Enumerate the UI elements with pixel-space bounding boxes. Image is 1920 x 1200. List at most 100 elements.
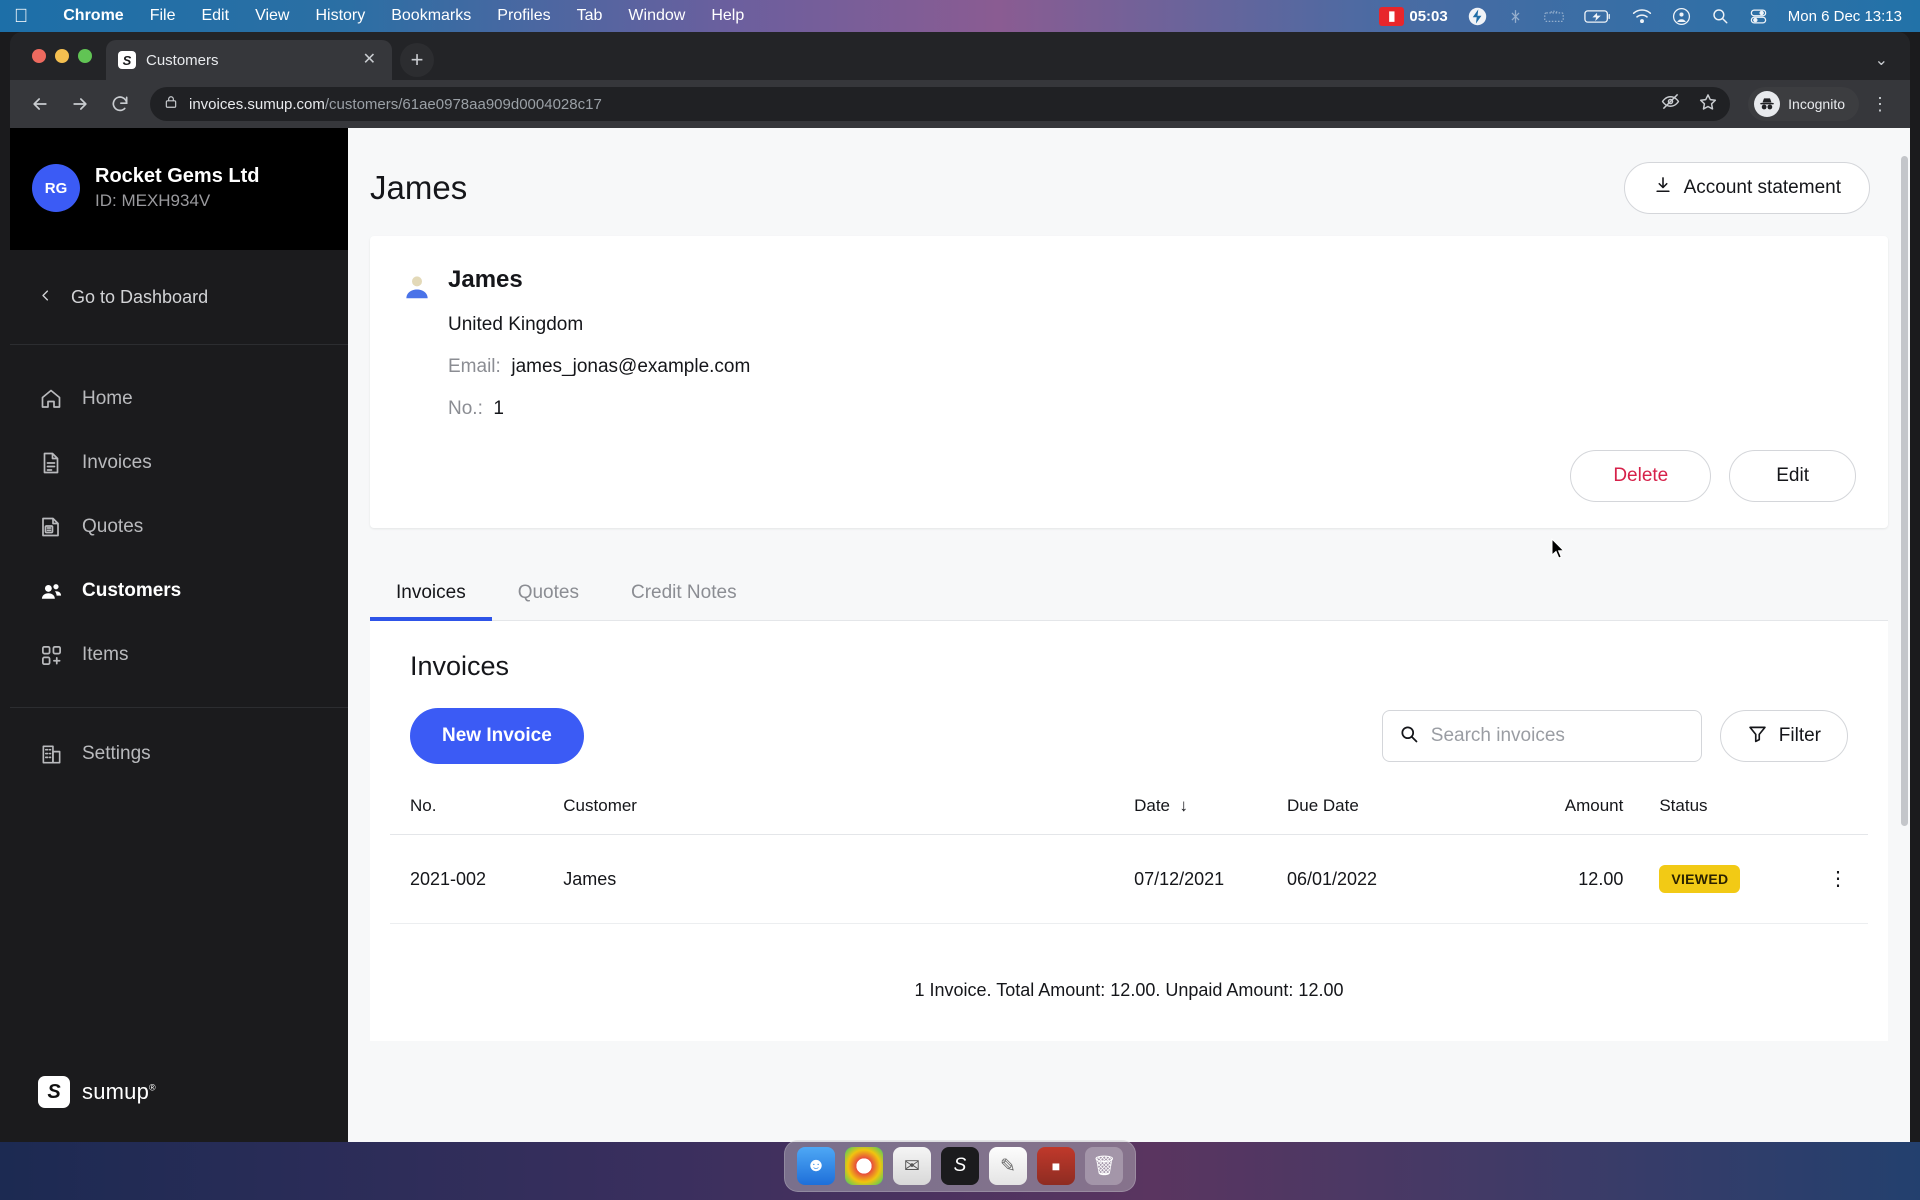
customer-number-label: No.: — [448, 398, 483, 419]
column-header-status[interactable]: Status — [1623, 796, 1807, 835]
trash-icon[interactable]: 🗑 — [1085, 1147, 1123, 1185]
tab-quotes[interactable]: Quotes — [492, 564, 605, 620]
sidebar-item-customers[interactable]: Customers — [10, 559, 348, 623]
scrollbar-thumb[interactable] — [1901, 156, 1908, 826]
cell-customer: James — [563, 834, 1135, 924]
search-invoices-box[interactable] — [1381, 710, 1702, 762]
column-header-no[interactable]: No. — [390, 796, 564, 835]
filter-button[interactable]: Filter — [1719, 710, 1848, 762]
wifi-icon[interactable] — [1632, 8, 1652, 24]
reload-icon[interactable] — [102, 86, 138, 122]
column-header-amount[interactable]: Amount — [1480, 796, 1624, 835]
customers-people-icon — [38, 578, 64, 604]
maximize-window-button[interactable] — [78, 49, 92, 63]
plus-icon[interactable]: + — [400, 43, 434, 77]
person-avatar-icon — [402, 272, 432, 302]
menu-item-profiles[interactable]: Profiles — [484, 7, 563, 25]
tab-invoices[interactable]: Invoices — [370, 564, 492, 621]
column-header-date[interactable]: Date ↓ — [1134, 796, 1287, 835]
sidebar-item-label: Customers — [82, 580, 182, 601]
kebab-menu-icon[interactable]: ⋮ — [1863, 94, 1898, 115]
menu-item-chrome[interactable]: Chrome — [50, 7, 136, 25]
address-bar-actions — [1661, 92, 1718, 117]
cell-date: 07/12/2021 — [1134, 834, 1287, 924]
apple-icon[interactable]:  — [14, 7, 28, 26]
kebab-menu-icon[interactable]: ⋮ — [1828, 868, 1848, 890]
battery-charging-icon[interactable] — [1584, 9, 1612, 24]
minimize-window-button[interactable] — [55, 49, 69, 63]
star-icon[interactable] — [1698, 92, 1718, 117]
organization-id: ID: MEXH934V — [95, 191, 211, 211]
invoices-toolbar-right: Filter — [1381, 710, 1848, 762]
customer-country: United Kingdom — [448, 314, 584, 335]
customer-email-label: Email: — [448, 356, 501, 377]
customer-number-value: 1 — [493, 398, 504, 419]
cell-due-date: 06/01/2022 — [1286, 834, 1481, 924]
sidebar-item-home[interactable]: Home — [10, 367, 348, 431]
menubar-clock[interactable]: Mon 6 Dec 13:13 — [1788, 8, 1902, 25]
delete-button[interactable]: Delete — [1570, 450, 1712, 502]
profile-chip-incognito[interactable]: Incognito — [1748, 87, 1859, 121]
go-to-dashboard-link[interactable]: Go to Dashboard — [10, 250, 348, 345]
chevron-down-icon[interactable]: ⌄ — [1875, 50, 1910, 80]
sidebar-item-invoices[interactable]: Invoices — [10, 431, 348, 495]
column-header-due-date[interactable]: Due Date — [1286, 796, 1481, 835]
sidebar-item-settings[interactable]: Settings — [10, 722, 348, 786]
window-traffic-lights[interactable] — [26, 32, 106, 80]
notes-icon[interactable]: ✎ — [989, 1147, 1027, 1185]
items-grid-icon — [38, 642, 64, 668]
menu-item-bookmarks[interactable]: Bookmarks — [378, 7, 484, 25]
menu-item-history[interactable]: History — [302, 7, 378, 25]
search-icon — [1399, 724, 1419, 749]
sidebar-nav: Home Invoices Quotes Customers Items Set… — [10, 345, 348, 786]
menu-item-edit[interactable]: Edit — [188, 7, 242, 25]
search-icon[interactable] — [1711, 7, 1729, 25]
menu-item-view[interactable]: View — [242, 7, 302, 25]
menubar-status-area: ▮ 05:03 Mon 6 Dec 13:13 — [1379, 6, 1906, 26]
sidebar-divider — [10, 707, 348, 708]
column-header-customer[interactable]: Customer — [563, 796, 1135, 835]
menu-item-help[interactable]: Help — [698, 7, 757, 25]
menu-item-file[interactable]: File — [137, 7, 189, 25]
forward-arrow-icon[interactable] — [62, 86, 98, 122]
table-row[interactable]: 2021-002 James 07/12/2021 06/01/2022 12.… — [390, 834, 1868, 924]
new-invoice-button[interactable]: New Invoice — [410, 708, 584, 764]
address-bar[interactable]: invoices.sumup.com/customers/61ae0978aa9… — [150, 87, 1731, 121]
chrome-icon[interactable] — [845, 1147, 883, 1185]
back-arrow-icon[interactable] — [22, 86, 58, 122]
scrollbar[interactable] — [1899, 128, 1910, 1142]
screen-recording-indicator[interactable]: ▮ 05:03 — [1379, 6, 1448, 26]
control-center-icon[interactable] — [1749, 7, 1768, 26]
bluetooth-off-icon[interactable] — [1507, 7, 1524, 26]
finder-icon[interactable]: ☻ — [797, 1147, 835, 1185]
sumup-icon[interactable]: S — [941, 1147, 979, 1185]
control-center-user-icon[interactable] — [1672, 7, 1691, 26]
incognito-icon — [1754, 91, 1781, 117]
sidebar-item-items[interactable]: Items — [10, 623, 348, 687]
lock-icon — [164, 95, 178, 114]
terminal-icon[interactable]: ■ — [1037, 1147, 1075, 1185]
arrow-down-icon: ↓ — [1174, 796, 1188, 815]
menu-item-window[interactable]: Window — [615, 7, 698, 25]
keyboard-brightness-icon[interactable] — [1543, 9, 1564, 23]
edit-button[interactable]: Edit — [1729, 450, 1856, 502]
address-bar-url: invoices.sumup.com/customers/61ae0978aa9… — [189, 96, 602, 113]
invoices-summary: 1 Invoice. Total Amount: 12.00. Unpaid A… — [914, 980, 1344, 1000]
mail-icon[interactable]: ✉ — [893, 1147, 931, 1185]
close-icon[interactable]: ✕ — [359, 50, 380, 70]
recording-time: 05:03 — [1409, 7, 1448, 25]
invoices-panel: Invoices New Invoice Search invoices Fil… — [370, 621, 1888, 1041]
menu-item-tab[interactable]: Tab — [564, 7, 616, 25]
sidebar-item-quotes[interactable]: Quotes — [10, 495, 348, 559]
tab-credit-notes[interactable]: Credit Notes — [605, 564, 763, 620]
cell-status: VIEWED — [1623, 834, 1807, 924]
search-input[interactable] — [1430, 725, 1685, 747]
customer-actions: Delete Edit — [402, 450, 1856, 502]
browser-tab-customers[interactable]: S Customers ✕ — [106, 40, 392, 80]
close-window-button[interactable] — [32, 49, 46, 63]
account-statement-button[interactable]: Account statement — [1623, 162, 1870, 214]
bolt-icon[interactable] — [1468, 7, 1487, 26]
organization-header[interactable]: RG Rocket Gems Ltd ID: MEXH934V — [10, 128, 348, 250]
eye-off-icon[interactable] — [1661, 92, 1680, 116]
account-statement-label: Account statement — [1683, 177, 1841, 198]
